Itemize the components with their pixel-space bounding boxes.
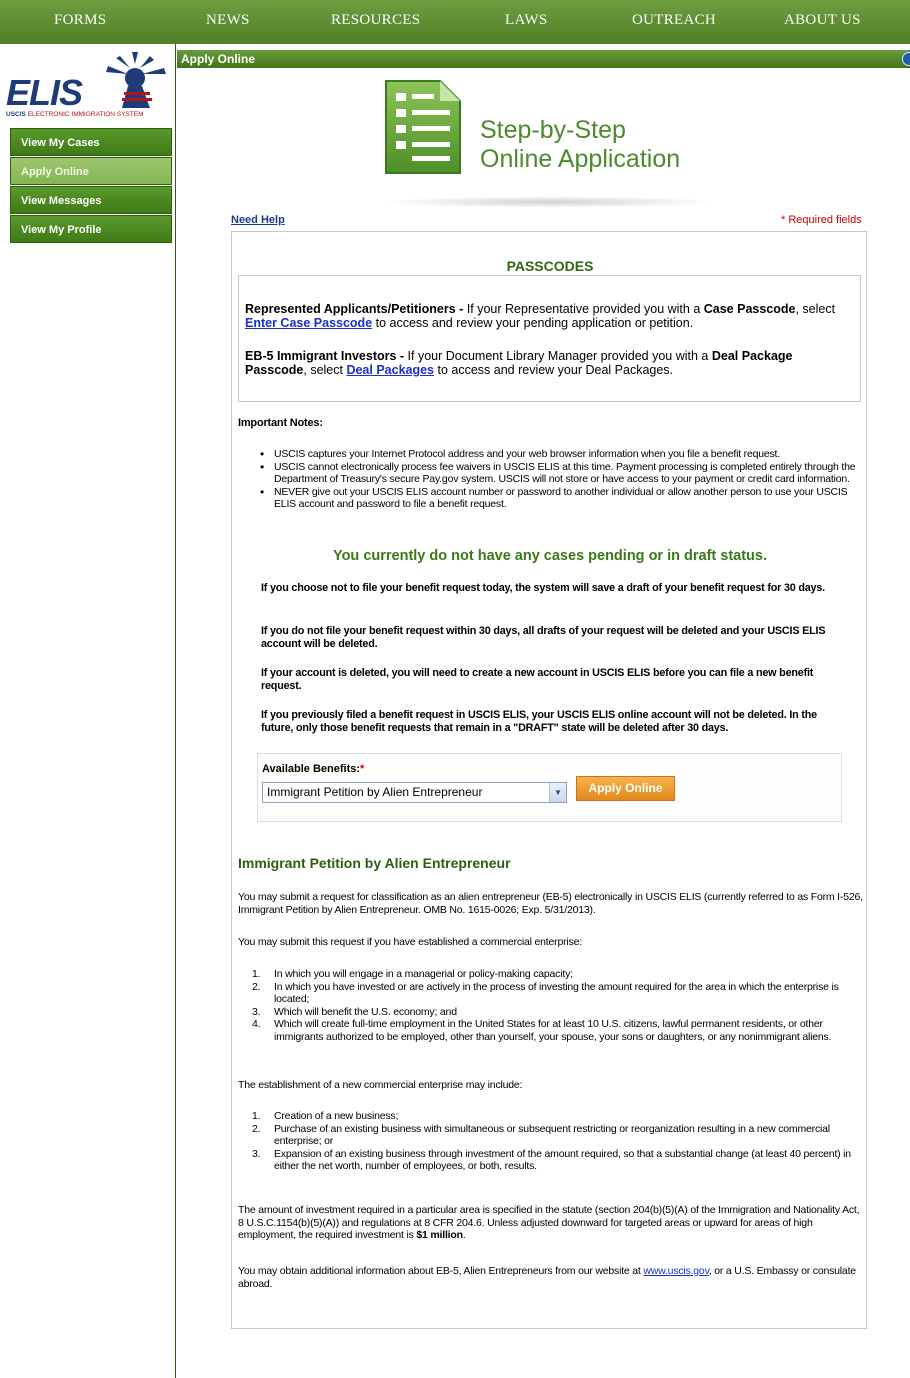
chevron-down-icon[interactable]: ▼	[549, 783, 566, 802]
enterprise-list: 1. Creation of a new business; 2. Purchase…	[252, 1110, 860, 1173]
list-item: 2. In which you have invested or are acti…	[252, 980, 839, 1006]
apply-online-button[interactable]: Apply Online	[576, 776, 675, 801]
available-benefits-label: Available Benefits:*	[262, 763, 365, 775]
section-lead-2: The establishment of a new commercial en…	[238, 1079, 523, 1091]
help-icon[interactable]	[902, 52, 910, 66]
no-cases-message: You currently do not have any cases pend…	[332, 548, 767, 564]
section-title: Immigrant Petition by Alien Entrepreneur	[238, 855, 511, 871]
available-benefits-box: Available Benefits:* Immigrant Petition …	[257, 753, 842, 822]
enter-case-passcode-link[interactable]: Enter Case Passcode	[245, 316, 372, 330]
section-intro: You may submit a request for classificat…	[238, 891, 863, 916]
uscis-website-link[interactable]: www.uscis.gov	[643, 1265, 709, 1277]
main-panel: PASSCODES Represented Applicants/Petitio…	[231, 231, 867, 1329]
nav-about-us[interactable]: ABOUT US	[784, 12, 861, 29]
list-item: 1. In which you will engage in a manageri…	[252, 968, 573, 980]
sidebar-item-apply-online[interactable]: Apply Online	[10, 157, 172, 185]
draft-info-paragraph: If you do not file your benefit request …	[261, 625, 826, 650]
note-item: USCIS captures your Internet Protocol ad…	[260, 448, 856, 461]
left-sidebar: ELIS USCIS ELECTRONIC IMMIGRATION SYSTEM…	[0, 44, 176, 1378]
list-item: 4. Which will create full-time employment…	[252, 1018, 832, 1043]
list-item: 1. Creation of a new business;	[252, 1110, 399, 1122]
passcode-represented-text: Represented Applicants/Petitioners - If …	[245, 302, 836, 330]
statue-of-liberty-icon	[106, 52, 166, 108]
side-navigation: View My Cases Apply Online View Messages…	[10, 128, 172, 244]
nav-laws[interactable]: LAWS	[505, 12, 548, 29]
banner-line-2: Online Application	[480, 145, 681, 173]
sidebar-item-view-my-cases[interactable]: View My Cases	[10, 128, 172, 156]
page-title: Apply Online	[181, 52, 256, 66]
need-help-link[interactable]: Need Help	[231, 214, 285, 226]
elis-logo[interactable]: ELIS USCIS ELECTRONIC IMMIGRATION SYSTEM	[6, 50, 170, 118]
nav-outreach[interactable]: OUTREACH	[632, 12, 716, 29]
nav-resources[interactable]: RESOURCES	[331, 12, 420, 29]
required-fields-note: * Required fields	[781, 214, 862, 226]
requirements-list: 1. In which you will engage in a manageri…	[252, 968, 860, 1043]
passcodes-box: Represented Applicants/Petitioners - If …	[238, 275, 861, 402]
important-notes-list: USCIS captures your Internet Protocol ad…	[260, 448, 856, 511]
benefits-select[interactable]: Immigrant Petition by Alien Entrepreneur…	[262, 782, 567, 803]
deal-packages-link[interactable]: Deal Packages	[346, 363, 434, 377]
nav-forms[interactable]: FORMS	[54, 12, 106, 29]
list-item: 3. Which will benefit the U.S. economy; a…	[252, 1005, 457, 1018]
investment-amount-paragraph: The amount of investment required in a p…	[238, 1204, 860, 1241]
sidebar-item-view-messages[interactable]: View Messages	[10, 186, 172, 214]
draft-info-paragraph: If your account is deleted, you will nee…	[261, 667, 814, 692]
passcodes-title: PASSCODES	[506, 258, 594, 274]
section-lead-1: You may submit this request if you have …	[238, 936, 582, 948]
benefits-selected-value: Immigrant Petition by Alien Entrepreneur	[267, 785, 483, 799]
list-item: 2. Purchase of an existing business with …	[252, 1122, 830, 1148]
banner-title: Step-by-Step Online Application	[480, 116, 680, 174]
important-notes-title: Important Notes:	[238, 417, 323, 429]
draft-info-paragraph: If you choose not to file your benefit r…	[261, 582, 825, 594]
sidebar-item-view-my-profile[interactable]: View My Profile	[10, 215, 172, 243]
application-form-icon	[385, 80, 461, 174]
passcode-eb5-text: EB-5 Immigrant Investors - If your Docum…	[245, 349, 793, 377]
page-header-bar: Apply Online	[177, 50, 910, 68]
top-navigation: FORMS NEWS RESOURCES LAWS OUTREACH ABOUT…	[0, 0, 910, 44]
additional-info-paragraph: You may obtain additional information ab…	[238, 1265, 856, 1290]
nav-news[interactable]: NEWS	[206, 12, 250, 29]
list-item: 3. Expansion of an existing business thro…	[252, 1147, 851, 1173]
banner-shadow	[380, 196, 720, 208]
draft-info-paragraph: If you previously filed a benefit reques…	[261, 709, 817, 734]
note-item: USCIS cannot electronically process fee …	[260, 461, 856, 486]
logo-tagline: USCIS ELECTRONIC IMMIGRATION SYSTEM	[6, 111, 144, 118]
banner-line-1: Step-by-Step	[480, 116, 626, 144]
logo-wordmark: ELIS	[6, 72, 83, 113]
note-item: NEVER give out your USCIS ELIS account n…	[260, 486, 856, 511]
